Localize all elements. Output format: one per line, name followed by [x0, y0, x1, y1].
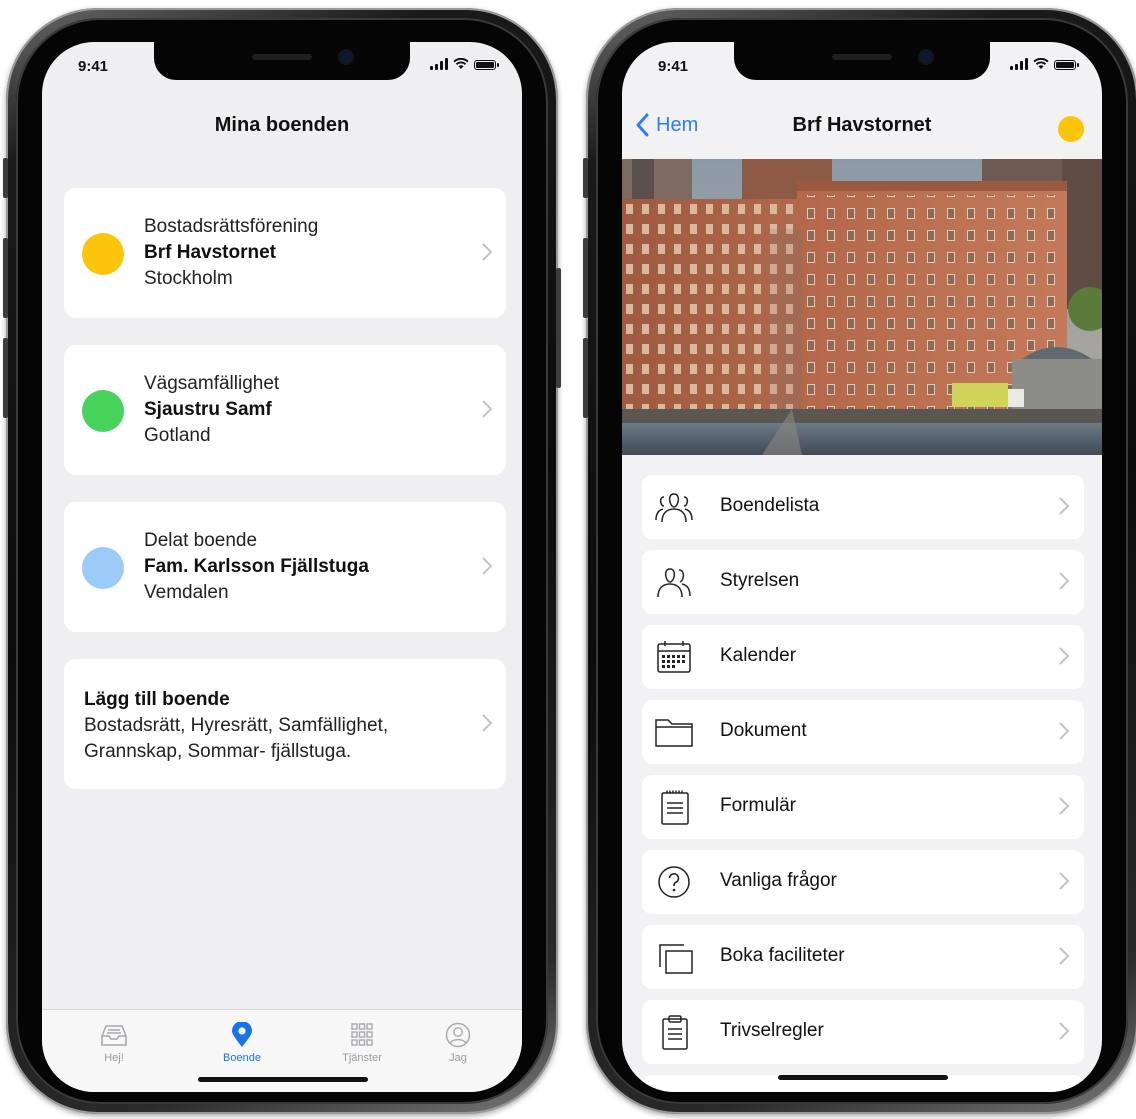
mute-switch — [3, 158, 8, 198]
menu-item-boendelista[interactable]: Boendelista — [642, 475, 1084, 539]
volume-down-button — [3, 338, 8, 418]
home-indicator[interactable] — [778, 1075, 948, 1080]
housing-location: Stockholm — [144, 268, 233, 289]
chevron-right-icon — [1059, 947, 1070, 965]
menu-item-dokument[interactable]: Dokument — [642, 700, 1084, 764]
housing-location: Gotland — [144, 425, 211, 446]
chevron-right-icon — [1059, 722, 1070, 740]
phone-left: 9:41 Mina boenden Bostadsrättsförening B… — [3, 8, 561, 1114]
tab-boende[interactable]: Boende — [202, 1022, 282, 1064]
chevron-right-icon — [1059, 797, 1070, 815]
people-pair-icon — [657, 568, 691, 598]
tab-bar: Hej! Boende Tjänster Jag — [42, 1009, 522, 1092]
signal-icon — [1010, 58, 1028, 70]
association-color-dot[interactable] — [1058, 116, 1084, 142]
tab-label: Tjänster — [342, 1052, 382, 1064]
housing-color-dot — [82, 547, 124, 589]
chevron-right-icon — [482, 400, 493, 418]
housing-name: Sjaustru Samf — [144, 399, 272, 420]
housing-name: Fam. Karlsson Fjällstuga — [144, 556, 369, 577]
menu-item-styrelsen[interactable]: Styrelsen — [642, 550, 1084, 614]
mute-switch — [583, 158, 588, 198]
grid-icon — [351, 1023, 373, 1046]
notch — [154, 42, 410, 80]
menu-label: Boka faciliteter — [720, 945, 845, 966]
building-photo — [622, 159, 1102, 455]
volume-up-button — [583, 238, 588, 318]
menu-item-vanliga-fragor[interactable]: Vanliga frågor — [642, 850, 1084, 914]
chevron-right-icon — [1059, 497, 1070, 515]
chevron-right-icon — [1059, 572, 1070, 590]
person-icon — [445, 1022, 471, 1048]
chevron-right-icon — [1059, 647, 1070, 665]
add-housing-card[interactable]: Lägg till boende Bostadsrätt, Hyresrätt,… — [64, 659, 506, 789]
volume-down-button — [583, 338, 588, 418]
page-title: Brf Havstornet — [792, 114, 932, 136]
housing-category: Vägsamfällighet — [144, 373, 280, 394]
housing-card-sjaustru-samf[interactable]: Vägsamfällighet Sjaustru Samf Gotland — [64, 345, 506, 475]
housing-location: Vemdalen — [144, 582, 229, 603]
battery-icon — [1054, 60, 1079, 70]
inbox-icon — [101, 1025, 127, 1046]
chevron-right-icon — [482, 243, 493, 261]
tab-jag[interactable]: Jag — [418, 1022, 498, 1064]
question-icon — [658, 866, 690, 898]
tab-hej[interactable]: Hej! — [74, 1022, 154, 1064]
notch — [734, 42, 990, 80]
menu-label: Trivselregler — [720, 1020, 824, 1041]
menu-label: Kalender — [720, 645, 797, 666]
menu-item-boka-faciliteter[interactable]: Boka faciliteter — [642, 925, 1084, 989]
folder-icon — [655, 719, 693, 747]
power-button — [556, 268, 561, 388]
housing-card-karlsson-fjallstuga[interactable]: Delat boende Fam. Karlsson Fjällstuga Ve… — [64, 502, 506, 632]
chevron-right-icon — [482, 714, 493, 732]
wifi-icon — [453, 58, 469, 69]
wifi-icon — [1033, 58, 1049, 69]
volume-up-button — [3, 238, 8, 318]
tab-label: Boende — [223, 1052, 261, 1064]
stacked-squares-icon — [659, 944, 693, 974]
chevron-right-icon — [1059, 872, 1070, 890]
status-icons — [1010, 58, 1079, 70]
housing-color-dot — [82, 233, 124, 275]
phone-right: 9:41 Hem Brf Havstornet Boendelista Styr… — [583, 8, 1136, 1114]
notepad-icon — [661, 790, 689, 825]
clipboard-icon — [662, 1015, 688, 1050]
chevron-right-icon — [482, 557, 493, 575]
menu-item-kalender[interactable]: Kalender — [642, 625, 1084, 689]
housing-name: Brf Havstornet — [144, 242, 276, 263]
menu-item-formular[interactable]: Formulär — [642, 775, 1084, 839]
battery-icon — [474, 60, 499, 70]
menu-label: Formulär — [720, 795, 797, 816]
menu-label: Styrelsen — [720, 570, 800, 591]
signal-icon — [430, 58, 448, 70]
housing-category: Delat boende — [144, 530, 258, 551]
status-time: 9:41 — [78, 58, 109, 75]
tab-tjanster[interactable]: Tjänster — [322, 1022, 402, 1064]
menu-label: Vanliga frågor — [720, 870, 837, 891]
menu-label: Dokument — [720, 720, 807, 741]
housing-category: Bostadsrättsförening — [144, 216, 319, 237]
tab-label: Hej! — [104, 1052, 124, 1064]
tab-label: Jag — [449, 1052, 467, 1064]
home-indicator[interactable] — [198, 1077, 368, 1082]
page-title: Mina boenden — [214, 114, 350, 136]
menu-item-trivselregler[interactable]: Trivselregler — [642, 1000, 1084, 1064]
location-pin-icon — [232, 1022, 252, 1047]
chevron-right-icon — [1059, 1022, 1070, 1040]
status-icons — [430, 58, 499, 70]
add-housing-desc-line2: Grannskap, Sommar- fjällstuga. — [84, 741, 352, 762]
screen-brf-havstornet: 9:41 Hem Brf Havstornet Boendelista Styr… — [622, 42, 1102, 1092]
status-time: 9:41 — [658, 58, 689, 75]
add-housing-title: Lägg till boende — [84, 689, 230, 710]
menu-label: Boendelista — [720, 495, 820, 516]
screen-mina-boenden: 9:41 Mina boenden Bostadsrättsförening B… — [42, 42, 522, 1092]
housing-card-brf-havstornet[interactable]: Bostadsrättsförening Brf Havstornet Stoc… — [64, 188, 506, 318]
add-housing-desc-line1: Bostadsrätt, Hyresrätt, Samfällighet, — [84, 715, 389, 736]
calendar-icon — [657, 641, 691, 673]
housing-color-dot — [82, 390, 124, 432]
people-group-icon — [655, 493, 693, 523]
